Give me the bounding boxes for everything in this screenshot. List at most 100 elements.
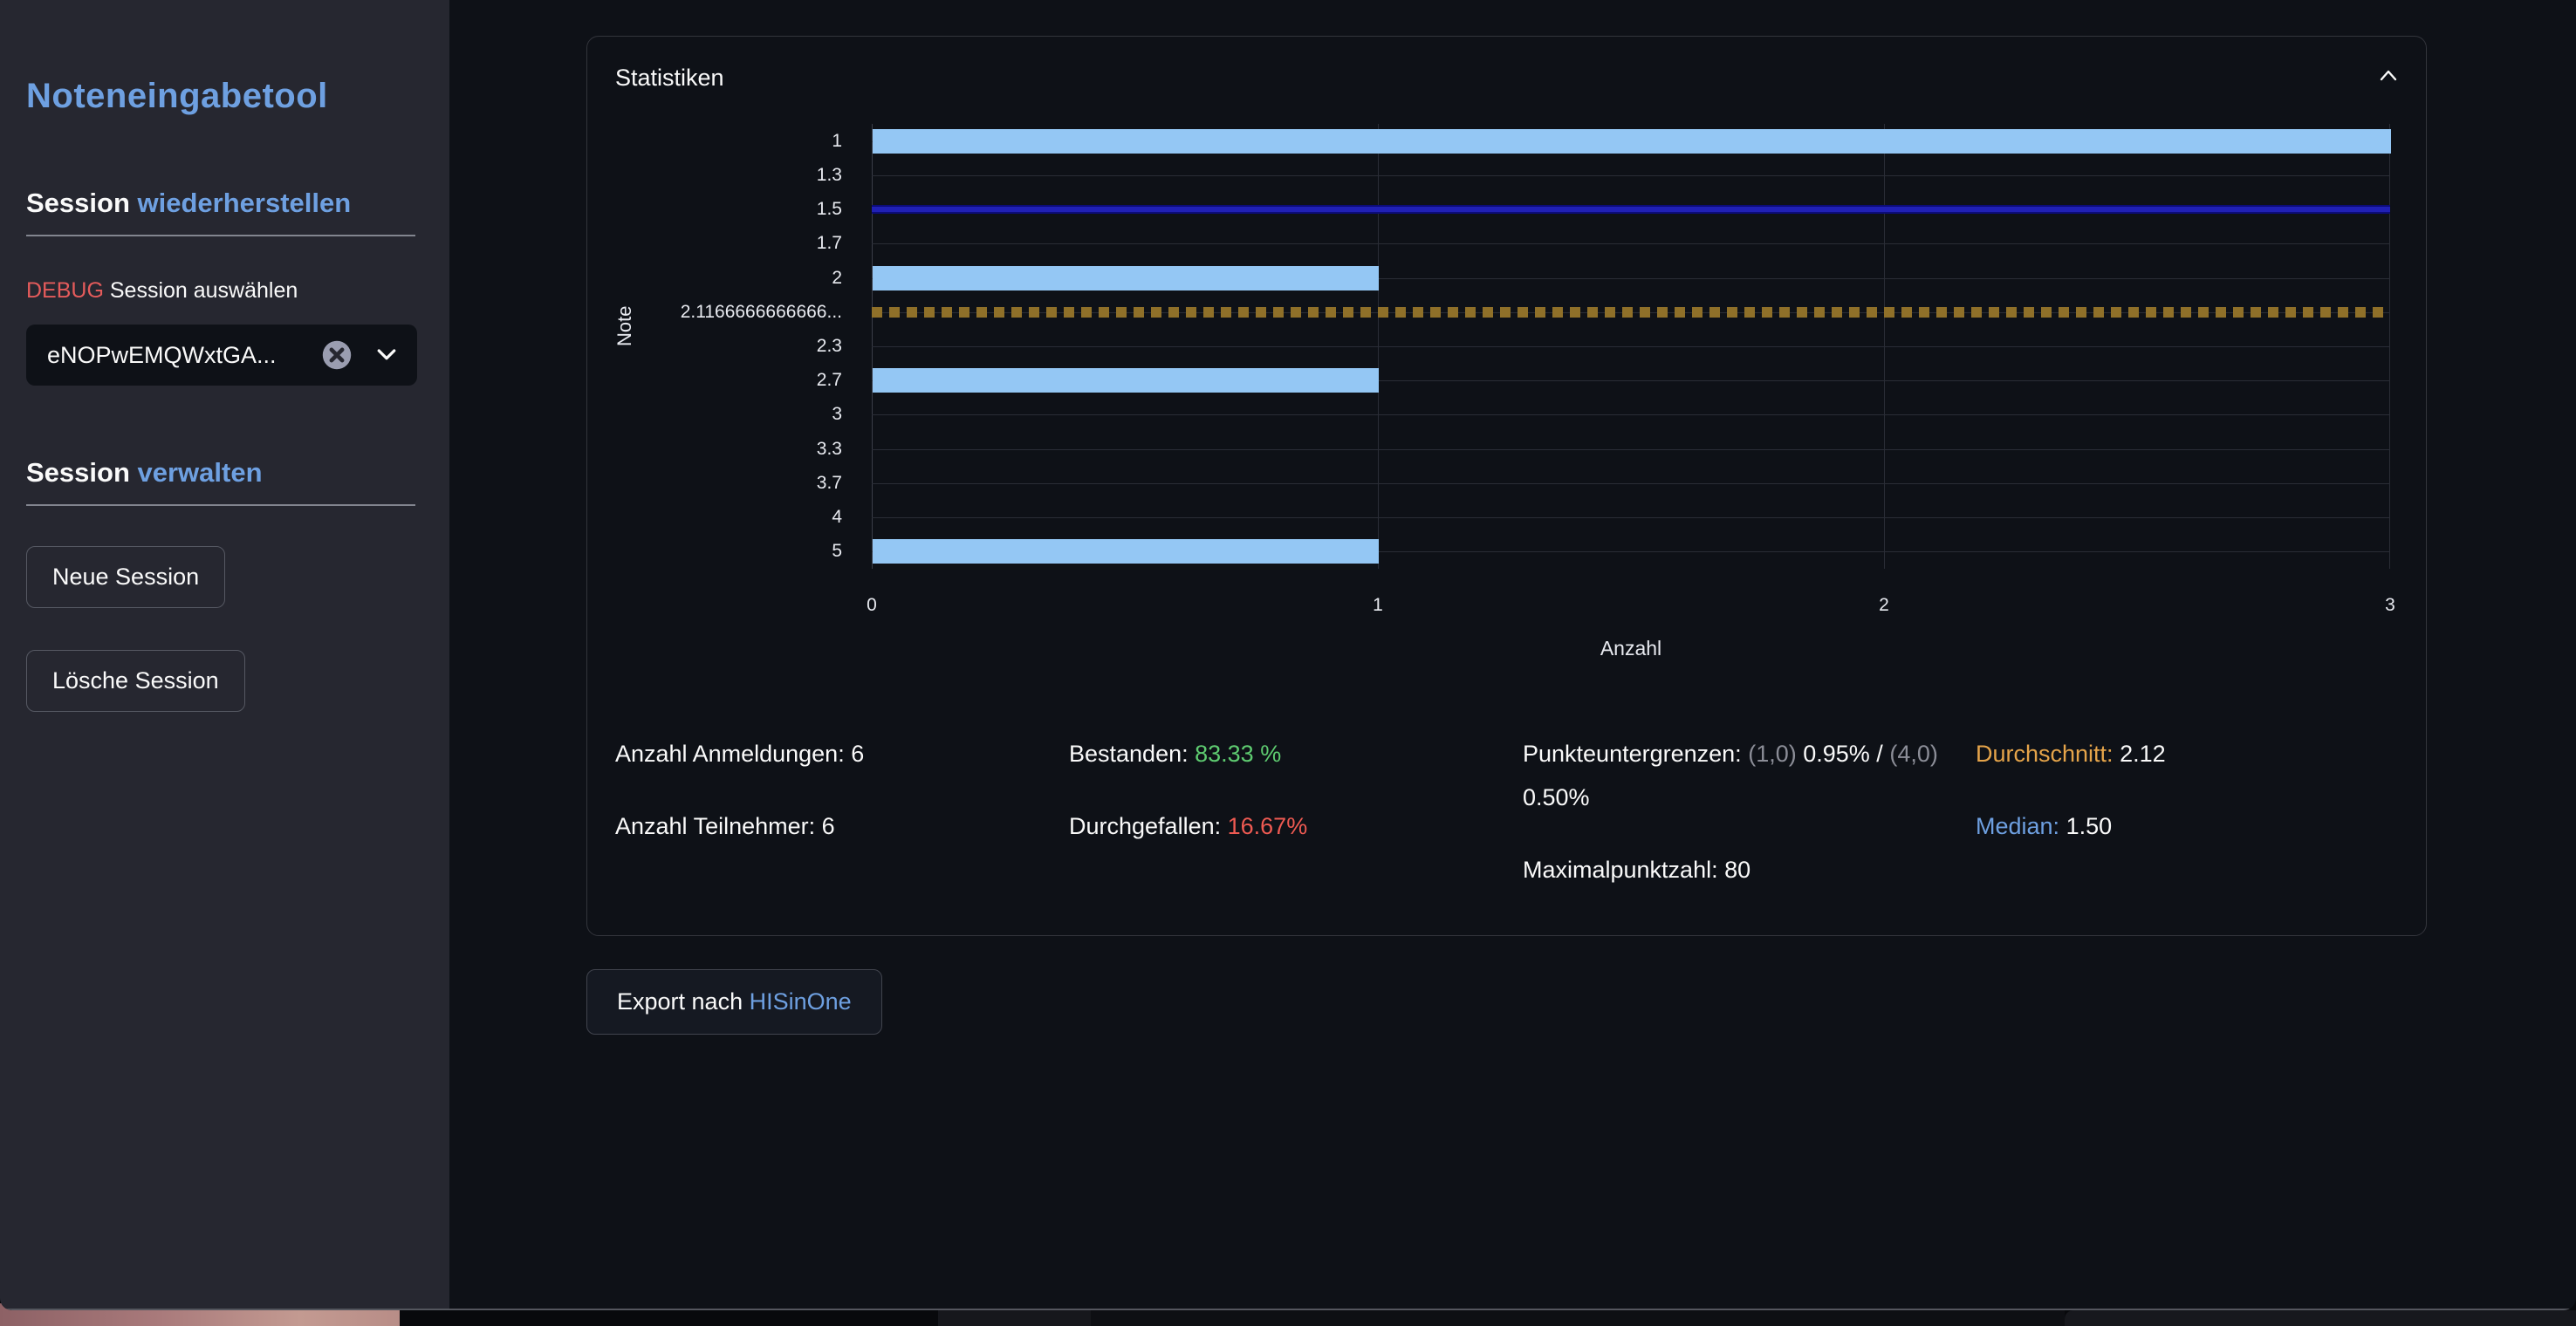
restore-heading-prefix: Session xyxy=(26,188,130,218)
y-tick: 3 xyxy=(587,398,842,432)
chart-row xyxy=(872,192,2390,226)
statistics-expander: Statistiken 1 1.3 1.5 1.7 2 2.1166666666… xyxy=(586,36,2427,936)
stat-value: 6 xyxy=(822,813,835,839)
stat-value-pass: 83.33 % xyxy=(1195,741,1281,767)
stat-value: 80 xyxy=(1724,857,1750,883)
new-session-button[interactable]: Neue Session xyxy=(26,546,225,608)
stat-label-median: Median: xyxy=(1976,813,2059,839)
manage-heading-prefix: Session xyxy=(26,457,130,488)
x-axis-title: Anzahl xyxy=(872,637,2390,660)
section-divider xyxy=(26,504,415,506)
session-select-label: DEBUG Session auswählen xyxy=(26,278,416,304)
chart-row xyxy=(872,329,2390,363)
chart-row xyxy=(872,535,2390,569)
average-marker-line xyxy=(872,307,2390,318)
chart-row xyxy=(872,227,2390,261)
chart-row xyxy=(872,466,2390,500)
stat-value: 2.12 xyxy=(2120,741,2166,767)
median-marker-line xyxy=(872,205,2390,214)
expander-title: Statistiken xyxy=(615,65,724,92)
x-tick: 2 xyxy=(1879,595,1889,616)
background-window-sliver xyxy=(938,1310,1091,1326)
stat-value: 1.50 xyxy=(2066,813,2113,839)
stat-label: Anzahl Teilnehmer: xyxy=(615,813,815,839)
manage-heading-accent: verwalten xyxy=(138,457,263,488)
manage-section-heading: Session verwalten xyxy=(26,386,416,489)
window-bottom-border xyxy=(0,1309,2576,1310)
y-tick: 1.5 xyxy=(587,192,842,226)
clear-selection-icon[interactable] xyxy=(321,339,353,371)
debug-badge: DEBUG xyxy=(26,278,104,303)
chart-row xyxy=(872,124,2390,158)
y-axis-title: Note xyxy=(613,306,636,346)
chevron-up-icon[interactable] xyxy=(2375,65,2401,87)
chart-row xyxy=(872,398,2390,432)
stat-label: Bestanden: xyxy=(1069,741,1189,767)
chevron-down-icon[interactable] xyxy=(373,342,400,368)
export-hisinone-button[interactable]: Export nach HISinOne xyxy=(586,969,882,1035)
chart-row xyxy=(872,158,2390,192)
bar-grade-2-7 xyxy=(873,368,1379,393)
stats-column-3: Punkteuntergrenzen: (1,0) 0.95% / (4,0) … xyxy=(1523,732,1976,920)
y-tick: 1.7 xyxy=(587,227,842,261)
background-window-sliver xyxy=(1091,1310,2065,1326)
stat-label: Durchgefallen: xyxy=(1069,813,1221,839)
x-tick: 1 xyxy=(1373,595,1383,616)
session-select[interactable]: eNOPwEMQWxtGA... xyxy=(26,325,417,386)
restore-heading-accent: wiederherstellen xyxy=(138,188,352,218)
y-tick: 3.7 xyxy=(587,466,842,500)
stat-bound-value: 0.95% / xyxy=(1803,741,1883,767)
bar-grade-5 xyxy=(873,539,1379,564)
stat-bestanden: Bestanden: 83.33 % xyxy=(1069,732,1523,776)
y-tick: 5 xyxy=(587,535,842,569)
stats-column-4: Durchschnitt: 2.12 Median: 1.50 xyxy=(1976,732,2388,920)
delete-session-button[interactable]: Lösche Session xyxy=(26,650,245,712)
export-button-label: Export nach xyxy=(617,988,743,1015)
chart-row xyxy=(872,364,2390,398)
y-tick: 2.7 xyxy=(587,364,842,398)
stat-durchschnitt: Durchschnitt: 2.12 xyxy=(1976,732,2388,776)
x-tick: 0 xyxy=(867,595,877,616)
stat-maximalpunktzahl: Maximalpunktzahl: 80 xyxy=(1523,848,1976,892)
stat-teilnehmer: Anzahl Teilnehmer: 6 xyxy=(615,804,1069,848)
stat-label-average: Durchschnitt: xyxy=(1976,741,2114,767)
stat-bound-value: 0.50% xyxy=(1523,784,1590,810)
app-title: Noteneingabetool xyxy=(26,0,416,116)
stat-punkteuntergrenzen: Punkteuntergrenzen: (1,0) 0.95% / (4,0) … xyxy=(1523,732,1976,819)
sidebar: Noteneingabetool Session wiederherstelle… xyxy=(0,0,449,1310)
chart-rows xyxy=(872,124,2390,569)
y-tick: 2 xyxy=(587,261,842,295)
stat-label: Maximalpunktzahl: xyxy=(1523,857,1718,883)
y-tick: 1 xyxy=(587,124,842,158)
y-tick: 4 xyxy=(587,501,842,535)
background-window-sliver xyxy=(2065,1310,2576,1326)
expander-header[interactable] xyxy=(587,37,2426,115)
app-window: Noteneingabetool Session wiederherstelle… xyxy=(0,0,2576,1310)
stat-bound-key: (1,0) xyxy=(1748,741,1797,767)
stats-column-1: Anzahl Anmeldungen: 6 Anzahl Teilnehmer:… xyxy=(615,732,1069,920)
y-axis-tick-labels: 1 1.3 1.5 1.7 2 2.1166666666666... 2.3 2… xyxy=(587,124,842,569)
session-select-label-text: Session auswählen xyxy=(110,278,298,303)
y-tick: 1.3 xyxy=(587,158,842,192)
bar-chart-plot-area xyxy=(872,124,2390,569)
stat-anmeldungen: Anzahl Anmeldungen: 6 xyxy=(615,732,1069,776)
x-axis-tick-labels: 0 1 2 3 xyxy=(872,595,2390,621)
stats-column-2: Bestanden: 83.33 % Durchgefallen: 16.67% xyxy=(1069,732,1523,920)
session-select-value: eNOPwEMQWxtGA... xyxy=(47,342,321,369)
bar-grade-2 xyxy=(873,266,1379,290)
section-divider xyxy=(26,235,415,236)
stat-value: 6 xyxy=(851,741,864,767)
restore-section-heading: Session wiederherstellen xyxy=(26,116,416,219)
chart-row xyxy=(872,501,2390,535)
chart-row xyxy=(872,432,2390,466)
stat-value-fail: 16.67% xyxy=(1228,813,1308,839)
x-tick: 3 xyxy=(2385,595,2395,616)
chart-row xyxy=(872,295,2390,329)
stat-median: Median: 1.50 xyxy=(1976,804,2388,848)
stat-label: Anzahl Anmeldungen: xyxy=(615,741,845,767)
stat-bound-key: (4,0) xyxy=(1889,741,1938,767)
export-button-accent: HISinOne xyxy=(750,988,852,1015)
stat-durchgefallen: Durchgefallen: 16.67% xyxy=(1069,804,1523,848)
y-tick: 3.3 xyxy=(587,432,842,466)
bar-grade-1 xyxy=(873,129,2391,154)
